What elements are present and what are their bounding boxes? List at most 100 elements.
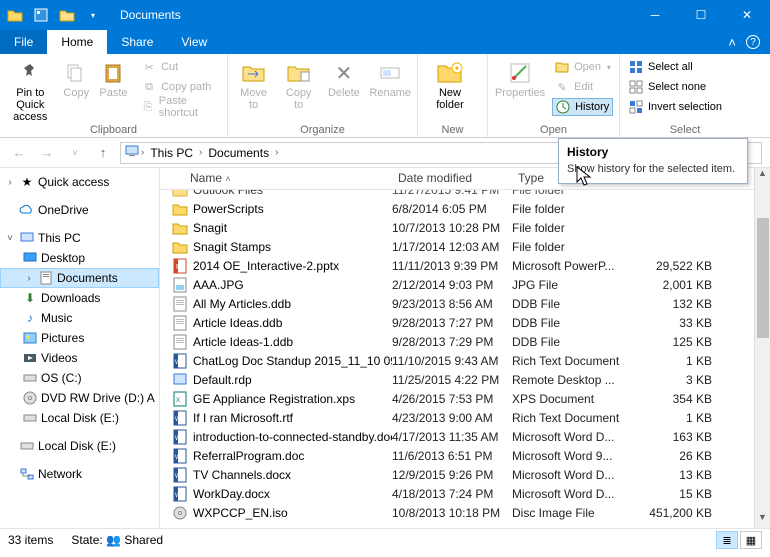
maximize-button[interactable]: ☐ <box>678 0 724 30</box>
back-button[interactable]: ← <box>8 142 30 164</box>
chevron-right-icon[interactable]: › <box>199 147 202 158</box>
view-details-button[interactable]: ≣ <box>716 531 738 549</box>
file-row[interactable]: WWorkDay.docx4/18/2013 7:24 PMMicrosoft … <box>160 484 770 503</box>
pictures-icon <box>22 330 38 346</box>
file-row[interactable]: WTV Channels.docx12/9/2015 9:26 PMMicros… <box>160 465 770 484</box>
file-row[interactable]: WChatLog Doc Standup 2015_11_10 09_43.rt… <box>160 351 770 370</box>
breadcrumb-documents[interactable]: Documents <box>204 146 273 160</box>
chevron-right-icon[interactable]: › <box>23 273 35 284</box>
tab-view[interactable]: View <box>167 30 221 54</box>
file-size: 33 KB <box>638 316 718 330</box>
pc-icon <box>19 230 35 246</box>
group-open-label: Open <box>494 124 613 137</box>
copy-button[interactable]: Copy <box>61 58 92 99</box>
paste-shortcut-button[interactable]: ⎘Paste shortcut <box>139 98 221 116</box>
nav-this-pc[interactable]: ˅This PC <box>0 228 159 248</box>
file-row[interactable]: WReferralProgram.doc11/6/2013 6:51 PMMic… <box>160 446 770 465</box>
move-to-button[interactable]: Move to <box>234 58 273 111</box>
status-bar: 33 items State: 👥 Shared ≣ ▦ <box>0 528 770 551</box>
nav-documents[interactable]: ›Documents <box>0 268 159 288</box>
nav-quick-access[interactable]: ›★Quick access <box>0 172 159 192</box>
ribbon-collapse-icon[interactable]: ˄ <box>728 35 736 50</box>
network-icon <box>19 466 35 482</box>
file-row[interactable]: WXPCCP_EN.iso10/8/2013 10:18 PMDisc Imag… <box>160 503 770 522</box>
new-folder-button[interactable]: ✦ New folder <box>424 58 476 111</box>
file-date: 9/28/2013 7:29 PM <box>392 335 512 349</box>
qat-dropdown-icon[interactable]: ▾ <box>84 6 102 24</box>
rename-button[interactable]: Rename <box>369 58 411 99</box>
file-row[interactable]: Snagit10/7/2013 10:28 PMFile folder <box>160 218 770 237</box>
nav-desktop[interactable]: Desktop <box>0 248 159 268</box>
close-button[interactable]: ✕ <box>724 0 770 30</box>
file-row[interactable]: Article Ideas-1.ddb9/28/2013 7:29 PMDDB … <box>160 332 770 351</box>
file-row[interactable]: Snagit Stamps1/17/2014 12:03 AMFile fold… <box>160 237 770 256</box>
history-button[interactable]: History <box>552 98 613 116</box>
qat-properties-icon[interactable] <box>32 6 50 24</box>
view-large-icons-button[interactable]: ▦ <box>740 531 762 549</box>
file-row[interactable]: Wintroduction-to-connected-standby.docx4… <box>160 427 770 446</box>
vertical-scrollbar[interactable]: ▲ ▼ <box>754 168 770 528</box>
drive-icon <box>22 370 38 386</box>
header-date[interactable]: Date modified <box>392 168 512 189</box>
file-type-icon: W <box>172 429 188 445</box>
qat-newfolder-icon[interactable] <box>58 6 76 24</box>
nav-os-c[interactable]: OS (C:) <box>0 368 159 388</box>
file-type-icon: W <box>172 467 188 483</box>
file-type: Disc Image File <box>512 506 638 520</box>
file-row[interactable]: Article Ideas.ddb9/28/2013 7:27 PMDDB Fi… <box>160 313 770 332</box>
invert-selection-button[interactable]: Invert selection <box>626 98 724 116</box>
nav-downloads[interactable]: ⬇Downloads <box>0 288 159 308</box>
file-row[interactable]: P2014 OE_Interactive-2.pptx11/11/2013 9:… <box>160 256 770 275</box>
chevron-right-icon[interactable]: › <box>4 177 16 188</box>
select-none-button[interactable]: Select none <box>626 78 724 96</box>
chevron-right-icon[interactable]: › <box>275 147 278 158</box>
paste-shortcut-icon: ⎘ <box>141 99 155 115</box>
nav-onedrive[interactable]: OneDrive <box>0 200 159 220</box>
nav-videos[interactable]: Videos <box>0 348 159 368</box>
cut-button[interactable]: ✂Cut <box>139 58 221 76</box>
copy-to-button[interactable]: Copy to <box>279 58 318 111</box>
file-row[interactable]: AAA.JPG2/12/2014 9:03 PMJPG File2,001 KB <box>160 275 770 294</box>
tab-file[interactable]: File <box>0 30 47 54</box>
file-type-icon <box>172 190 188 198</box>
file-date: 11/27/2015 9:41 PM <box>392 190 512 197</box>
file-row[interactable]: WIf I ran Microsoft.rtf4/23/2013 9:00 AM… <box>160 408 770 427</box>
file-row[interactable]: PowerScripts6/8/2014 6:05 PMFile folder <box>160 199 770 218</box>
pin-to-quick-access-button[interactable]: Pin to Quick access <box>6 58 55 123</box>
forward-button[interactable]: → <box>36 142 58 164</box>
ribbon-tabs: File Home Share View ˄ ? <box>0 30 770 54</box>
nav-local-e[interactable]: Local Disk (E:) <box>0 408 159 428</box>
up-button[interactable]: ↑ <box>92 142 114 164</box>
file-name: Outlook Files <box>193 190 263 197</box>
cloud-icon <box>19 202 35 218</box>
open-button[interactable]: Open▾ <box>552 58 613 76</box>
file-name: ChatLog Doc Standup 2015_11_10 09_43.rtf <box>193 354 392 368</box>
file-row[interactable]: All My Articles.ddb9/23/2013 8:56 AMDDB … <box>160 294 770 313</box>
nav-pictures[interactable]: Pictures <box>0 328 159 348</box>
file-date: 1/17/2014 12:03 AM <box>392 240 512 254</box>
nav-music[interactable]: ♪Music <box>0 308 159 328</box>
recent-dropdown[interactable]: ˅ <box>64 142 86 164</box>
file-rows: Outlook Files11/27/2015 9:41 PMFile fold… <box>160 190 770 528</box>
properties-button[interactable]: Properties <box>494 58 546 99</box>
header-name[interactable]: Name ˄ <box>160 168 392 189</box>
nav-local-e-root[interactable]: Local Disk (E:) <box>0 436 159 456</box>
nav-network[interactable]: Network <box>0 464 159 484</box>
edit-button[interactable]: ✎Edit <box>552 78 613 96</box>
file-row[interactable]: Default.rdp11/25/2015 4:22 PMRemote Desk… <box>160 370 770 389</box>
help-icon[interactable]: ? <box>746 35 760 49</box>
select-all-button[interactable]: Select all <box>626 58 724 76</box>
file-row[interactable]: Outlook Files11/27/2015 9:41 PMFile fold… <box>160 190 770 199</box>
tab-home[interactable]: Home <box>47 30 107 54</box>
file-row[interactable]: XGE Appliance Registration.xps4/26/2015 … <box>160 389 770 408</box>
chevron-right-icon[interactable]: › <box>141 147 144 158</box>
delete-button[interactable]: ✕ Delete <box>324 58 363 99</box>
minimize-button[interactable]: ─ <box>632 0 678 30</box>
tab-share[interactable]: Share <box>107 30 167 54</box>
file-type: Microsoft Word 9... <box>512 449 638 463</box>
copy-path-button[interactable]: ⧉Copy path <box>139 78 221 96</box>
chevron-down-icon[interactable]: ˅ <box>4 233 16 244</box>
nav-dvd[interactable]: DVD RW Drive (D:) A <box>0 388 159 408</box>
breadcrumb-thispc[interactable]: This PC <box>146 146 197 160</box>
paste-button[interactable]: Paste <box>98 58 129 99</box>
